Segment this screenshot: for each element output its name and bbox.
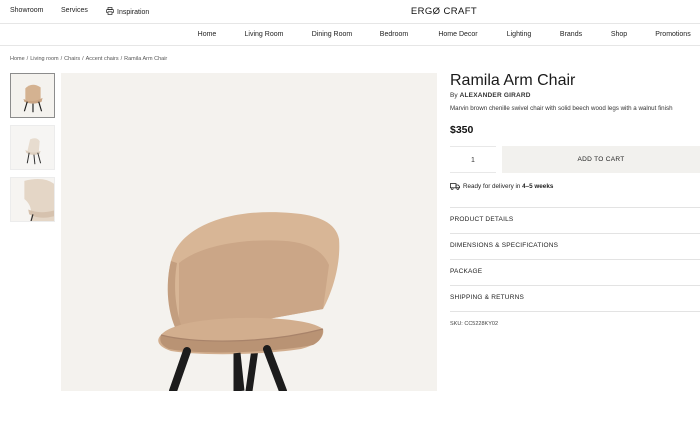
nav-item-bedroom[interactable]: Bedroom: [380, 31, 408, 38]
breadcrumb-accent-chairs[interactable]: Accent chairs: [86, 56, 119, 62]
chair-front-thumbnail[interactable]: [10, 73, 55, 118]
breadcrumb-separator: /: [60, 56, 63, 62]
accordion-product-details[interactable]: PRODUCT DETAILS: [450, 207, 700, 233]
product-price: $350: [450, 124, 474, 136]
accordion-package[interactable]: PACKAGE: [450, 259, 700, 285]
delivery-prefix: Ready for delivery in: [463, 183, 521, 190]
nav-item-brands[interactable]: Brands: [560, 31, 582, 38]
product-description: Marvin brown chenille swivel chair with …: [450, 105, 673, 112]
nav-item-home-decor[interactable]: Home Decor: [438, 31, 477, 38]
top-bar: Showroom Services Inspiration ERGØ CRAFT: [0, 0, 700, 24]
breadcrumb-separator: /: [82, 56, 84, 62]
brand-logo[interactable]: ERGØ CRAFT: [0, 6, 700, 17]
breadcrumb-current: Ramila Arm Chair: [124, 56, 168, 62]
designer-prefix: By: [450, 92, 458, 99]
truck-icon: [450, 183, 460, 192]
accordion-dimensions-specifications[interactable]: DIMENSIONS & SPECIFICATIONS: [450, 233, 700, 259]
designer-name[interactable]: ALEXANDER GIRARD: [460, 92, 531, 99]
nav-item-dining-room[interactable]: Dining Room: [312, 31, 352, 38]
chair-detail-thumbnail[interactable]: [10, 177, 55, 222]
accordion-shipping-returns[interactable]: SHIPPING & RETURNS: [450, 285, 700, 311]
nav-item-lighting[interactable]: Lighting: [507, 31, 532, 38]
main-nav: Home Living Room Dining Room Bedroom Hom…: [0, 24, 700, 46]
designer-line: By ALEXANDER GIRARD: [450, 92, 531, 99]
breadcrumb-chairs[interactable]: Chairs: [64, 56, 80, 62]
product-sku: SKU: CC5228KY02: [450, 321, 498, 327]
product-title: Ramila Arm Chair: [450, 72, 576, 89]
nav-item-shop[interactable]: Shop: [611, 31, 627, 38]
breadcrumb-separator: /: [120, 56, 123, 62]
delivery-time: 4–5 weeks: [522, 183, 554, 190]
quantity-input[interactable]: 1: [450, 146, 496, 173]
nav-item-promotions[interactable]: Promotions: [655, 31, 690, 38]
armchair-illustration: [61, 73, 437, 391]
breadcrumb-home[interactable]: Home: [10, 56, 25, 62]
breadcrumb-living-room[interactable]: Living room: [30, 56, 58, 62]
nav-item-home[interactable]: Home: [198, 31, 217, 38]
breadcrumb: Home / Living room / Chairs / Accent chairs / Ra…: [10, 56, 167, 62]
delivery-info: Ready for delivery in 4–5 weeks: [450, 183, 553, 192]
divider: [450, 311, 700, 312]
product-main-image: [61, 73, 437, 391]
add-to-cart-button[interactable]: ADD TO CART: [502, 146, 700, 173]
breadcrumb-separator: /: [26, 56, 29, 62]
nav-item-living-room[interactable]: Living Room: [245, 31, 284, 38]
chair-side-thumbnail[interactable]: [10, 125, 55, 170]
